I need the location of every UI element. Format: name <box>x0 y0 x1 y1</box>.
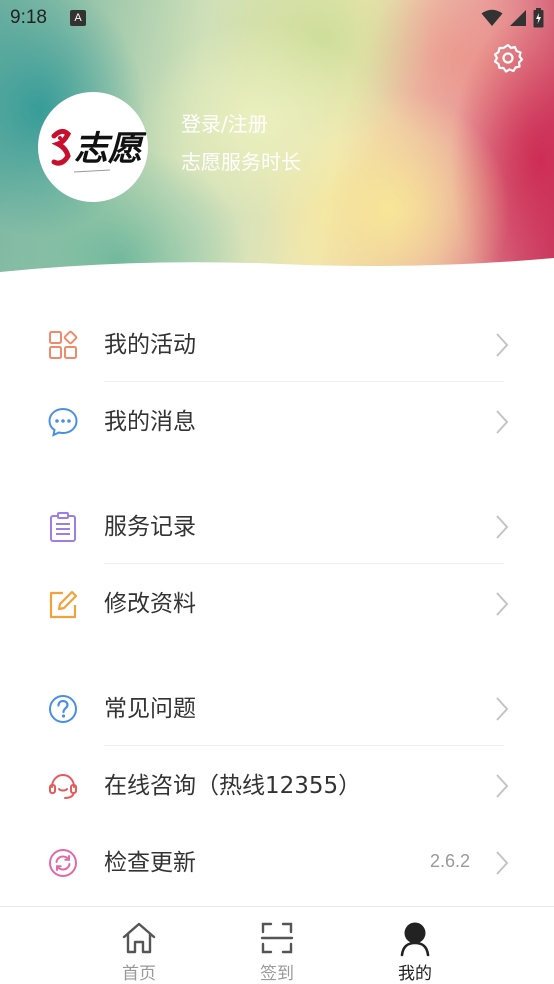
headset-icon <box>49 773 77 799</box>
menu-item-my-activities[interactable]: 我的活动 <box>0 305 554 383</box>
tab-checkin[interactable]: 签到 <box>237 915 317 984</box>
menu-item-edit-profile[interactable]: 修改资料 <box>0 564 554 642</box>
menu-label: 检查更新 <box>104 850 196 876</box>
chevron-right-icon <box>496 410 509 434</box>
user-icon <box>400 922 430 957</box>
service-hours-label: 志愿服务时长 <box>181 150 301 174</box>
wifi-icon <box>481 9 503 26</box>
menu-item-service-records[interactable]: 服务记录 <box>0 487 554 565</box>
menu-item-online-consult[interactable]: 在线咨询（热线12355） <box>0 746 554 824</box>
version-number: 2.6.2 <box>429 851 470 871</box>
menu-label: 修改资料 <box>104 591 196 617</box>
clipboard-list-icon <box>50 512 76 542</box>
signal-icon <box>510 10 526 26</box>
chevron-right-icon <box>496 697 509 721</box>
volunteer-logo: 志愿 <box>51 128 147 173</box>
menu-label: 常见问题 <box>104 696 196 722</box>
logo-text: 志愿 <box>74 129 147 169</box>
tab-label: 我的 <box>398 964 432 984</box>
tab-mine[interactable]: 我的 <box>375 915 455 984</box>
grid-apps-icon <box>49 330 78 359</box>
menu-label: 我的消息 <box>104 409 196 435</box>
gear-icon <box>493 43 524 73</box>
status-icons <box>481 8 544 28</box>
menu-item-check-update[interactable]: 检查更新 2.6.2 <box>0 823 554 901</box>
menu-label: 在线咨询（热线12355） <box>104 773 362 799</box>
tab-label: 首页 <box>122 964 156 984</box>
profile-header: 9:18 A 志愿 登录/注册 志愿服务时长 <box>0 0 554 284</box>
scan-icon <box>260 922 294 954</box>
tab-home[interactable]: 首页 <box>99 915 179 984</box>
edit-icon <box>49 590 78 619</box>
refresh-icon <box>49 849 77 877</box>
chevron-right-icon <box>496 333 509 357</box>
status-bar: 9:18 A <box>0 0 554 36</box>
chevron-right-icon <box>496 592 509 616</box>
home-icon <box>122 922 156 954</box>
question-circle-icon <box>49 695 77 723</box>
chat-bubble-icon <box>48 407 78 437</box>
menu-item-faq[interactable]: 常见问题 <box>0 669 554 747</box>
chevron-right-icon <box>496 774 509 798</box>
tab-label: 签到 <box>260 964 294 984</box>
login-register-link[interactable]: 登录/注册 <box>181 108 268 137</box>
header-wave <box>0 258 554 284</box>
battery-icon <box>533 8 544 28</box>
menu-item-my-messages[interactable]: 我的消息 <box>0 382 554 460</box>
chevron-right-icon <box>496 851 509 875</box>
avatar[interactable]: 志愿 <box>38 92 148 202</box>
settings-button[interactable] <box>492 42 524 74</box>
chevron-right-icon <box>496 515 509 539</box>
status-time: 9:18 <box>10 7 47 28</box>
menu-label: 我的活动 <box>104 332 196 358</box>
notification-icon: A <box>70 10 86 26</box>
menu-label: 服务记录 <box>104 514 196 540</box>
bottom-nav: 首页 签到 我的 <box>0 906 554 984</box>
